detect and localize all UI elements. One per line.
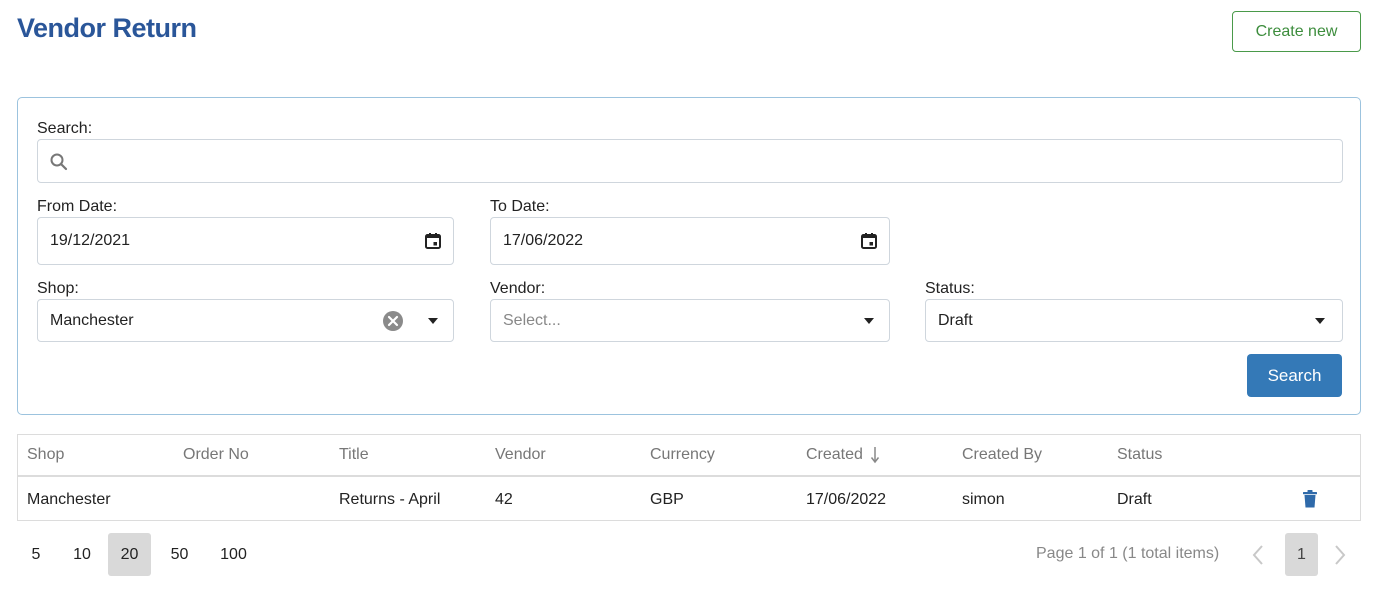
to-date-label: To Date: [490, 198, 550, 215]
column-header-created[interactable]: Created [806, 446, 863, 464]
trash-icon[interactable] [1302, 490, 1318, 508]
shop-select[interactable]: Manchester [37, 299, 454, 342]
table-header: Shop Order No Title Vendor Currency Crea… [18, 435, 1360, 477]
chevron-down-icon[interactable] [864, 318, 874, 324]
cell-created-by: simon [962, 490, 1005, 508]
column-header-title[interactable]: Title [339, 446, 369, 464]
cell-vendor: 42 [495, 490, 513, 508]
calendar-icon[interactable] [860, 232, 878, 250]
calendar-icon[interactable] [424, 232, 442, 250]
cell-shop: Manchester [27, 490, 111, 508]
from-date-label: From Date: [37, 198, 118, 215]
vendor-label: Vendor: [490, 280, 546, 297]
clear-icon[interactable] [382, 310, 404, 332]
column-header-status[interactable]: Status [1117, 446, 1162, 464]
page-size-10[interactable]: 10 [66, 533, 98, 576]
cell-status: Draft [1117, 490, 1152, 508]
page-size-5[interactable]: 5 [24, 533, 48, 576]
chevron-down-icon[interactable] [428, 318, 438, 324]
from-date-field[interactable]: 19/12/2021 [37, 217, 454, 265]
pager-summary: Page 1 of 1 (1 total items) [1036, 545, 1220, 562]
chevron-right-icon[interactable] [1333, 544, 1347, 566]
column-header-order-no[interactable]: Order No [183, 446, 249, 464]
status-label: Status: [925, 280, 975, 297]
status-select-value: Draft [938, 311, 973, 329]
chevron-down-icon[interactable] [1315, 318, 1325, 324]
vendor-select[interactable]: Select... [490, 299, 890, 342]
page-number-1[interactable]: 1 [1285, 533, 1318, 576]
page-size-50[interactable]: 50 [161, 533, 198, 576]
status-select[interactable]: Draft [925, 299, 1343, 342]
search-icon [50, 153, 68, 171]
search-label: Search: [37, 120, 93, 137]
column-header-shop[interactable]: Shop [27, 446, 64, 464]
shop-label: Shop: [37, 280, 79, 297]
vendor-select-placeholder: Select... [503, 311, 561, 329]
from-date-value: 19/12/2021 [50, 232, 131, 249]
page-title: Vendor Return [17, 13, 197, 43]
shop-select-value: Manchester [50, 311, 134, 329]
column-header-created-by[interactable]: Created By [962, 446, 1042, 464]
to-date-field[interactable]: 17/06/2022 [490, 217, 890, 265]
cell-currency: GBP [650, 490, 684, 508]
page-size-20[interactable]: 20 [108, 533, 151, 576]
column-header-currency[interactable]: Currency [650, 446, 715, 464]
sort-descending-icon[interactable] [870, 446, 880, 464]
table-row[interactable]: Manchester Returns - April 42 GBP 17/06/… [18, 478, 1360, 521]
chevron-left-icon[interactable] [1251, 544, 1265, 566]
cell-title: Returns - April [339, 490, 441, 508]
column-header-vendor[interactable]: Vendor [495, 446, 546, 464]
results-table: Shop Order No Title Vendor Currency Crea… [17, 434, 1361, 521]
to-date-value: 17/06/2022 [503, 232, 584, 249]
search-input[interactable] [37, 139, 1343, 183]
cell-created: 17/06/2022 [806, 490, 887, 508]
page-size-100[interactable]: 100 [212, 533, 255, 576]
search-button[interactable]: Search [1247, 354, 1342, 397]
filter-panel: Search: From Date: 19/12/2021 To Date: 1… [17, 97, 1361, 415]
create-new-button[interactable]: Create new [1232, 11, 1361, 52]
